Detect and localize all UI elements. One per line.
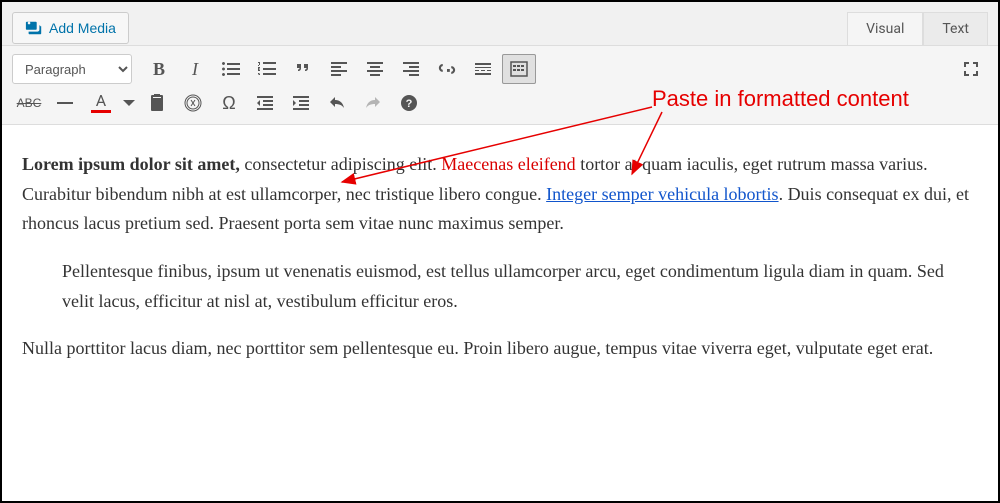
strikethrough-button[interactable]: ABC — [12, 88, 46, 118]
italic-button[interactable]: I — [178, 54, 212, 84]
insert-more-button[interactable] — [466, 54, 500, 84]
editor-tabs: Visual Text — [847, 12, 988, 45]
paste-text-button[interactable] — [140, 88, 174, 118]
redo-button[interactable] — [356, 88, 390, 118]
fullscreen-button[interactable] — [954, 54, 988, 84]
text-color-bar — [91, 110, 111, 113]
hr-button[interactable] — [48, 88, 82, 118]
add-media-button[interactable]: Add Media — [12, 12, 129, 44]
align-right-button[interactable] — [394, 54, 428, 84]
undo-button[interactable] — [320, 88, 354, 118]
outdent-button[interactable] — [248, 88, 282, 118]
bullet-list-button[interactable] — [214, 54, 248, 84]
annotation-label: Paste in formatted content — [652, 86, 909, 112]
help-button[interactable]: ? — [392, 88, 426, 118]
tab-visual[interactable]: Visual — [847, 12, 923, 45]
link-button[interactable] — [430, 54, 464, 84]
text-color-dropdown[interactable] — [120, 88, 138, 118]
add-media-label: Add Media — [49, 20, 116, 36]
paragraph-1: Lorem ipsum dolor sit amet, consectetur … — [22, 150, 978, 239]
bold-text: Lorem ipsum dolor sit amet, — [22, 154, 240, 174]
editor-content[interactable]: Lorem ipsum dolor sit amet, consectetur … — [2, 125, 998, 402]
bold-button[interactable]: B — [142, 54, 176, 84]
numbered-list-button[interactable] — [250, 54, 284, 84]
svg-text:?: ? — [406, 98, 413, 110]
special-char-button[interactable]: Ω — [212, 88, 246, 118]
media-icon — [25, 19, 43, 37]
align-center-button[interactable] — [358, 54, 392, 84]
indent-button[interactable] — [284, 88, 318, 118]
toolbar-toggle-button[interactable] — [502, 54, 536, 84]
red-text: Maecenas eleifend — [441, 154, 575, 174]
text-color-button[interactable]: A — [84, 88, 118, 118]
clear-formatting-button[interactable] — [176, 88, 210, 118]
align-left-button[interactable] — [322, 54, 356, 84]
format-select[interactable]: Paragraph — [12, 54, 132, 84]
content-link[interactable]: Integer semper vehicula lobortis — [546, 184, 778, 204]
blockquote-button[interactable] — [286, 54, 320, 84]
text-color-letter: A — [96, 93, 106, 109]
blockquote: Pellentesque finibus, ipsum ut venenatis… — [62, 257, 978, 316]
tab-text[interactable]: Text — [923, 12, 988, 45]
paragraph-2: Nulla porttitor lacus diam, nec porttito… — [22, 334, 978, 364]
